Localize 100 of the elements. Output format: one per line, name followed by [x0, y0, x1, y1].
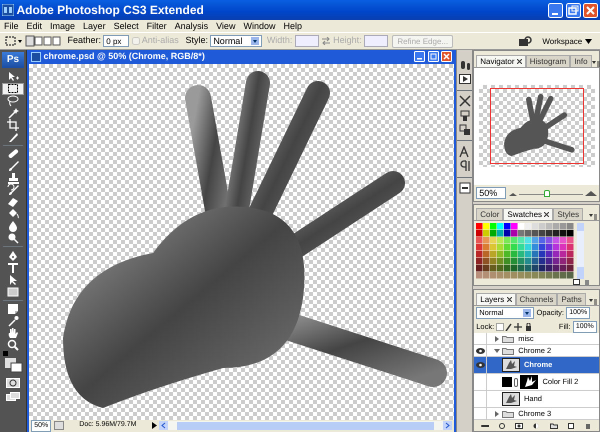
app-icon — [2, 4, 14, 16]
menu-item[interactable]: Edit — [22, 20, 46, 32]
expand-arrow-icon[interactable] — [152, 422, 157, 429]
mask-thumbnail-drawing — [520, 375, 538, 390]
panel-menu-icon[interactable] — [588, 299, 597, 306]
layer-comps-icon[interactable] — [458, 182, 470, 194]
menu-item[interactable]: Help — [279, 20, 306, 32]
selection-mode-icons[interactable] — [24, 35, 61, 47]
close-icon[interactable] — [506, 297, 512, 302]
panel-tab[interactable]: Paths — [557, 293, 586, 306]
paragraph-icon[interactable] — [458, 160, 470, 172]
swatch-grid-drawing[interactable] — [476, 223, 574, 280]
menu-item[interactable]: Layer — [79, 20, 110, 32]
marquee-tool-icon[interactable] — [4, 35, 22, 47]
menu-item[interactable]: View — [212, 20, 240, 32]
workspace-button[interactable]: Workspace — [538, 34, 596, 48]
camera-icon[interactable] — [518, 36, 532, 46]
new-group-icon[interactable] — [550, 422, 558, 429]
tool-button[interactable] — [2, 82, 24, 94]
dashed-rectangle-icon — [7, 82, 19, 94]
menu-item[interactable]: Analysis — [170, 20, 212, 32]
anti-alias-label: Anti-alias — [142, 34, 179, 48]
restore-button[interactable] — [566, 2, 580, 18]
expanded-triangle-icon[interactable] — [494, 348, 500, 354]
magnifier-icon — [7, 339, 19, 351]
document-title: chrome.psd @ 50% (Chrome, RGB/8*) — [44, 50, 206, 63]
panel-tab[interactable]: Histogram — [526, 55, 570, 67]
horizontal-scrollbar[interactable] — [158, 421, 452, 430]
panel-menu-icon[interactable] — [588, 214, 597, 220]
layer-thumbnail-drawing — [502, 358, 520, 372]
slider-thumb[interactable] — [544, 190, 550, 197]
scissors-icon[interactable] — [458, 95, 470, 108]
quick-mask-icon[interactable] — [6, 378, 20, 388]
panel-tab[interactable]: Styles — [553, 208, 584, 220]
brush-preset-icon[interactable] — [458, 110, 470, 122]
link-icon — [514, 378, 518, 387]
menu-item[interactable]: Filter — [142, 20, 171, 32]
rectangle-icon — [7, 286, 19, 298]
close-icon[interactable] — [516, 59, 522, 64]
close-button[interactable] — [582, 2, 598, 18]
adjustment-layer-icon[interactable] — [532, 422, 540, 429]
panel-tab[interactable]: Channels — [516, 293, 558, 306]
visibility-toggle[interactable] — [474, 357, 487, 374]
move-arrow-icon — [7, 70, 19, 82]
hand-icon — [7, 327, 19, 339]
panel-menu-icon[interactable] — [592, 61, 600, 67]
trash-icon[interactable] — [584, 422, 592, 429]
note-icon — [7, 303, 19, 315]
screen-mode-icon[interactable] — [6, 392, 20, 402]
close-icon[interactable] — [544, 212, 550, 217]
character-icon[interactable] — [458, 146, 470, 158]
scroll-right-icon[interactable] — [442, 421, 452, 430]
style-label: Style: — [186, 34, 208, 48]
play-icon[interactable] — [458, 73, 470, 86]
zoom-in-icon[interactable] — [584, 190, 597, 196]
view-box[interactable] — [490, 88, 584, 164]
panel-tab[interactable]: Info — [570, 55, 592, 67]
visibility-toggle[interactable] — [474, 345, 487, 356]
new-layer-icon[interactable] — [566, 422, 575, 429]
bucket-icon — [7, 208, 19, 220]
color-swatches-icon[interactable] — [3, 351, 23, 373]
eyedropper-icon — [7, 315, 19, 327]
feather-input[interactable]: 0 px — [103, 35, 130, 47]
zoom-field[interactable]: 50% — [476, 186, 506, 199]
add-mask-icon[interactable] — [515, 422, 524, 429]
swap-arrows-icon[interactable] — [320, 37, 331, 45]
clone-source-icon[interactable] — [458, 124, 470, 136]
menu-item[interactable]: File — [0, 20, 23, 32]
menu-item[interactable]: Window — [239, 20, 280, 32]
brush-icon — [7, 160, 19, 172]
vertical-scrollbar[interactable] — [576, 223, 584, 280]
collapsed-triangle-icon[interactable] — [494, 410, 500, 417]
menu-item[interactable]: Image — [46, 20, 80, 32]
minimize-button[interactable] — [548, 2, 564, 18]
pen-icon — [7, 250, 19, 262]
scroll-left-icon[interactable] — [158, 421, 168, 430]
close-button[interactable] — [440, 51, 452, 62]
panel-tab[interactable]: Layers — [476, 293, 516, 306]
status-icon[interactable] — [54, 421, 64, 430]
height-label: Height: — [333, 34, 362, 48]
trash-icon[interactable] — [584, 279, 590, 286]
panel-tab[interactable]: Color — [476, 208, 504, 220]
minimize-button[interactable] — [414, 51, 426, 62]
lock-icons[interactable] — [496, 322, 532, 331]
link-layers-icon[interactable] — [480, 422, 489, 429]
new-swatch-icon[interactable] — [572, 279, 580, 286]
crop-icon — [7, 118, 19, 130]
collapsed-triangle-icon[interactable] — [494, 336, 500, 342]
scrollbar-thumb[interactable] — [176, 422, 434, 430]
footsteps-icon[interactable] — [458, 59, 470, 71]
dodge-icon — [7, 232, 19, 244]
wand-icon — [7, 106, 19, 118]
panel-tab[interactable]: Navigator — [476, 55, 526, 67]
stamp-icon — [7, 172, 19, 184]
menu-item[interactable]: Select — [110, 20, 143, 32]
width-label: Width: — [266, 34, 292, 48]
panel-tab[interactable]: Swatches — [503, 208, 554, 220]
layer-style-icon[interactable] — [498, 422, 506, 429]
style-dropdown[interactable]: Normal — [210, 35, 262, 47]
restore-button[interactable] — [428, 51, 438, 62]
